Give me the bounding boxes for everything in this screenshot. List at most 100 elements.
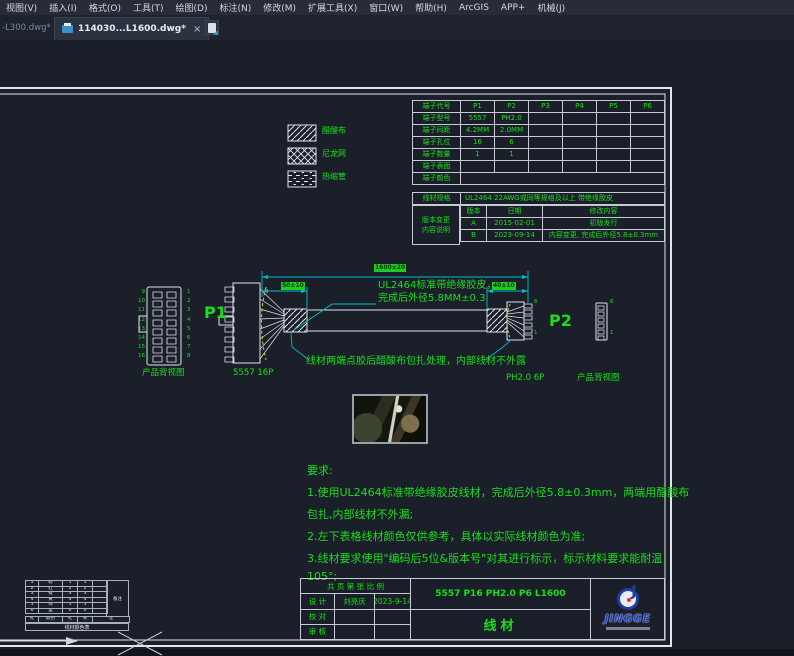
table-cell bbox=[631, 137, 665, 149]
wire-color-table-header: 孔颜色孔长注 bbox=[25, 616, 130, 623]
table-cell: 4.2MM bbox=[461, 125, 495, 137]
table-cell bbox=[597, 137, 631, 149]
menu-view[interactable]: 视图(V) bbox=[6, 1, 37, 14]
table-cell: 内容变更, 完成后外径5.8±0.3mm bbox=[543, 230, 665, 242]
menu-window[interactable]: 窗口(W) bbox=[369, 1, 403, 14]
table-cell: P6 bbox=[631, 101, 665, 113]
wrap-callout: 线材两端点胶后醋酸布包扎处理，内部线材不外露 bbox=[306, 356, 526, 367]
menu-tools[interactable]: 工具(T) bbox=[133, 1, 164, 14]
table-cell: P3 bbox=[529, 101, 563, 113]
table-cell: P4 bbox=[563, 101, 597, 113]
revision-table: 版本日期修改内容A2015-02-01初版发行B2023-09-14内容变更, … bbox=[460, 205, 665, 242]
table-cell: P2 bbox=[495, 101, 529, 113]
table-cell: A bbox=[461, 218, 487, 230]
check-date bbox=[375, 610, 410, 624]
p2-pin-top: 6 bbox=[534, 299, 538, 305]
title-block-left: 共 页 第 张 比 例 设 计 刘亮庆 2023-9-14 校 对 审 核 bbox=[301, 579, 411, 639]
menu-dimension[interactable]: 标注(N) bbox=[219, 1, 251, 14]
wire-spec-value: UL2464 22AWG或同等规格及以上 带绝缘胶皮 bbox=[461, 193, 665, 205]
table-cell bbox=[597, 161, 631, 173]
title-block-middle: 5557 P16 PH2.0 P6 L1600 线材 bbox=[411, 579, 591, 639]
new-drawing-button[interactable] bbox=[205, 20, 219, 35]
requirement-line: 1.使用UL2464标准带绝缘胶皮线材，完成后外径5.8±0.3mm，两端用醋酸… bbox=[307, 487, 689, 499]
p1-pin-numbers-left: 9 10 11 12 13 14 15 16 bbox=[133, 288, 145, 362]
legend-label-heat-shrink: 热缩管 bbox=[322, 173, 346, 182]
logo-dot-icon bbox=[627, 598, 631, 602]
status-bar bbox=[0, 649, 794, 656]
brand-slogan-bar bbox=[606, 627, 650, 630]
table-cell: 2.0MM bbox=[495, 125, 529, 137]
requirements-block: 要求: 1.使用UL2464标准带绝缘胶皮线材，完成后外径5.8±0.3mm，两… bbox=[307, 465, 689, 584]
menu-draw[interactable]: 绘图(D) bbox=[176, 1, 208, 14]
menu-modify[interactable]: 修改(M) bbox=[263, 1, 296, 14]
designer-name: 刘亮庆 bbox=[335, 594, 375, 608]
table-cell: 端子数量 bbox=[413, 149, 461, 161]
menu-app-plus[interactable]: APP+ bbox=[501, 3, 526, 13]
cable-callout-line2: 完成后外径5.8MM±0.3 bbox=[378, 293, 485, 304]
menu-insert[interactable]: 插入(I) bbox=[49, 1, 77, 14]
table-cell: 端子孔位 bbox=[413, 137, 461, 149]
design-label: 设 计 bbox=[301, 594, 335, 608]
p2-rear-pin-top: 6 bbox=[610, 299, 614, 305]
requirement-line: 包扎,内部线材不外漏; bbox=[307, 509, 689, 521]
title-block-logo-cell: J JINGGE bbox=[591, 579, 664, 639]
table-cell: 6 bbox=[495, 137, 529, 149]
table-cell bbox=[631, 125, 665, 137]
menu-express-tools[interactable]: 扩展工具(X) bbox=[308, 1, 357, 14]
table-cell bbox=[461, 161, 495, 173]
menu-arcgis[interactable]: ArcGIS bbox=[459, 3, 489, 13]
title-block: 共 页 第 张 比 例 设 计 刘亮庆 2023-9-14 校 对 审 核 55… bbox=[300, 578, 665, 640]
requirements-title: 要求: bbox=[307, 465, 689, 477]
printer-icon bbox=[62, 25, 73, 33]
table-cell bbox=[563, 161, 597, 173]
table-cell: 孔 bbox=[26, 617, 39, 623]
menu-help[interactable]: 帮助(H) bbox=[415, 1, 447, 14]
table-cell: 2015-02-01 bbox=[487, 218, 543, 230]
table-cell bbox=[597, 125, 631, 137]
table-cell bbox=[529, 149, 563, 161]
table-cell bbox=[529, 113, 563, 125]
table-cell: 5557 bbox=[461, 113, 495, 125]
audit-label: 审 核 bbox=[301, 625, 335, 639]
table-cell: 6 bbox=[26, 608, 39, 614]
wire-color-table-note: 备注 bbox=[106, 580, 129, 617]
table-cell: 端子表面 bbox=[413, 161, 461, 173]
wire-spec-row: 线材规格 UL2464 22AWG或同等规格及以上 带绝缘胶皮 bbox=[412, 192, 665, 205]
brand-name: JINGGE bbox=[605, 612, 651, 625]
menu-mechanical[interactable]: 机械(J) bbox=[537, 1, 565, 14]
check-name bbox=[335, 610, 375, 624]
table-cell bbox=[529, 161, 563, 173]
table-cell: 6 bbox=[78, 608, 93, 614]
audit-name bbox=[335, 625, 375, 639]
tab-active-drawing[interactable]: 114030...L1600.dwg* × bbox=[54, 17, 209, 40]
tab-bar: -L300.dwg* 114030...L1600.dwg* × bbox=[0, 15, 794, 40]
table-cell bbox=[563, 137, 597, 149]
tab-background-drawing[interactable]: -L300.dwg* bbox=[2, 23, 51, 33]
table-cell bbox=[597, 149, 631, 161]
table-cell bbox=[631, 113, 665, 125]
table-cell bbox=[597, 113, 631, 125]
cable-callout-line1: UL2464标准带绝缘胶皮， bbox=[378, 280, 496, 291]
table-cell: 16 bbox=[461, 137, 495, 149]
table-cell bbox=[461, 173, 665, 185]
p1-pin-numbers-right: 1 2 3 4 5 6 7 8 bbox=[187, 288, 191, 362]
p2-designator: P2 bbox=[549, 312, 572, 330]
requirement-line: 3.线材要求使用"编码后5位&版本号"对其进行标示，标示材料要求能耐温 bbox=[307, 553, 689, 565]
wire-spec-label: 线材规格 bbox=[413, 193, 461, 205]
table-cell: 修改内容 bbox=[543, 206, 665, 218]
menu-bar: 视图(V) 插入(I) 格式(O) 工具(T) 绘图(D) 标注(N) 修改(M… bbox=[0, 0, 794, 15]
new-drawing-icon bbox=[208, 23, 216, 33]
table-cell: 初版发行 bbox=[543, 218, 665, 230]
table-cell: 版本 bbox=[461, 206, 487, 218]
audit-date bbox=[375, 625, 410, 639]
table-cell bbox=[563, 149, 597, 161]
table-cell bbox=[631, 149, 665, 161]
table-cell: 长 bbox=[78, 617, 93, 623]
wire-color-table-footer: 线材颜色表 bbox=[25, 623, 129, 631]
menu-format[interactable]: 格式(O) bbox=[89, 1, 121, 14]
table-cell: 2023-09-14 bbox=[487, 230, 543, 242]
legend-label-acetate-cloth: 醋酸布 bbox=[322, 127, 346, 136]
tab-close-icon[interactable]: × bbox=[193, 24, 201, 35]
table-cell: P5 bbox=[597, 101, 631, 113]
dim-left-end: 50±10 bbox=[281, 282, 305, 290]
